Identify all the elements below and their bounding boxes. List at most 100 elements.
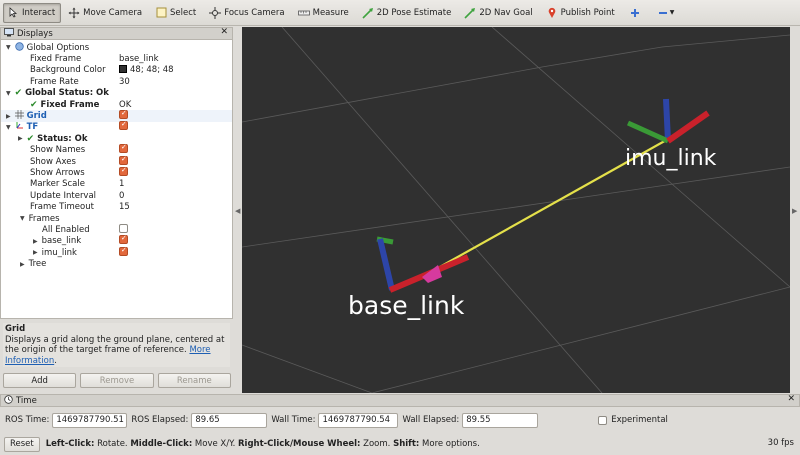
all-enabled-checkbox[interactable] <box>119 224 128 234</box>
collapse-arrow-icon[interactable]: ▼ <box>6 44 11 51</box>
tf-enabled-checkbox[interactable] <box>119 120 128 131</box>
tree-row-tf-status[interactable]: ▶ ✔ Status: Ok <box>1 133 232 144</box>
experimental-checkbox[interactable] <box>598 415 608 425</box>
ros-elapsed-field[interactable]: 89.65 <box>191 412 268 428</box>
measure-icon <box>297 7 310 19</box>
time-panel-title: Time ✕ <box>0 394 800 407</box>
left-splitter[interactable]: ◀ <box>233 27 242 393</box>
pose-estimate-tool-button[interactable]: 2D Pose Estimate <box>358 3 458 23</box>
right-splitter[interactable]: ▶ <box>790 27 800 393</box>
ros-time-label: ROS Time: <box>5 415 50 425</box>
expand-arrow-icon[interactable]: ▶ <box>20 261 25 268</box>
add-display-button[interactable]: Add <box>3 373 77 388</box>
tree-row-marker-scale[interactable]: Marker Scale 1 <box>1 179 232 190</box>
clock-icon <box>4 394 13 407</box>
collapse-right-arrow-icon[interactable]: ▶ <box>792 207 797 215</box>
expand-arrow-icon[interactable]: ▶ <box>33 249 38 256</box>
status-bar: Reset Left-Click: Rotate. Middle-Click: … <box>0 433 800 455</box>
base-link-checkbox[interactable] <box>119 234 128 245</box>
tree-row-frame-imu-link[interactable]: ▶ imu_link <box>1 246 232 258</box>
3d-viewport[interactable]: base_link imu_link <box>242 27 790 393</box>
ros-time-field[interactable]: 1469787790.51 <box>52 412 128 428</box>
publish-point-tool-button[interactable]: Publish Point <box>542 3 621 23</box>
tree-row-all-enabled[interactable]: All Enabled <box>1 224 232 235</box>
experimental-option[interactable]: Experimental <box>598 415 668 425</box>
grid-icon <box>14 110 24 122</box>
expand-arrow-icon[interactable]: ▶ <box>18 135 23 142</box>
tree-row-show-axes[interactable]: Show Axes <box>1 155 232 167</box>
tree-row-frame-base-link[interactable]: ▶ base_link <box>1 234 232 247</box>
displays-panel-title: Displays ✕ <box>0 27 233 40</box>
tree-row-update-interval[interactable]: Update Interval 0 <box>1 190 232 201</box>
show-axes-checkbox[interactable] <box>119 155 128 165</box>
add-tool-button[interactable] <box>624 3 649 23</box>
toolbar: Interact Move Camera Select Focus Camera… <box>0 0 800 26</box>
minus-icon <box>657 7 669 19</box>
globe-icon <box>14 41 24 54</box>
tree-row-global-status[interactable]: ▼ ✔ Global Status: Ok <box>1 88 232 99</box>
close-icon[interactable]: ✕ <box>787 394 795 404</box>
tree-row-gs-fixed-frame[interactable]: ✔ Fixed Frame OK <box>1 99 232 110</box>
reset-button[interactable]: Reset <box>4 436 40 452</box>
imu-link-axes <box>626 98 710 144</box>
displays-panel: Displays ✕ ▼ Global Options Fixed Frame … <box>0 27 233 393</box>
collapse-left-arrow-icon[interactable]: ◀ <box>235 207 240 215</box>
remove-tool-dropdown[interactable]: ▼ <box>652 3 680 23</box>
tree-row-global-options[interactable]: ▼ Global Options <box>1 41 232 54</box>
show-arrows-checkbox[interactable] <box>119 166 128 177</box>
time-panel: Time ✕ ROS Time: 1469787790.51 ROS Elaps… <box>0 394 800 433</box>
imu-link-checkbox[interactable] <box>119 246 128 256</box>
collapse-arrow-icon[interactable]: ▼ <box>6 124 11 131</box>
tree-row-fixed-frame[interactable]: Fixed Frame base_link <box>1 53 232 64</box>
move-camera-icon <box>68 7 80 19</box>
tree-row-frame-rate[interactable]: Frame Rate 30 <box>1 76 232 87</box>
status-ok-icon: ✔ <box>30 99 38 110</box>
tree-row-tree[interactable]: ▶ Tree <box>1 259 232 270</box>
tree-row-tf[interactable]: ▼ TF <box>1 120 232 133</box>
focus-camera-tool-button[interactable]: Focus Camera <box>205 3 290 23</box>
nav-goal-icon <box>464 7 476 19</box>
tree-row-frames[interactable]: ▼ Frames <box>1 213 232 224</box>
monitor-icon <box>4 27 14 40</box>
color-swatch[interactable] <box>119 65 127 74</box>
interact-icon <box>7 7 19 19</box>
tree-row-show-arrows[interactable]: Show Arrows <box>1 166 232 178</box>
expand-arrow-icon[interactable]: ▶ <box>33 238 38 245</box>
tree-row-frame-timeout[interactable]: Frame Timeout 15 <box>1 202 232 213</box>
close-icon[interactable]: ✕ <box>220 27 228 37</box>
status-ok-icon: ✔ <box>14 88 23 99</box>
help-text: Left-Click: Rotate. Middle-Click: Move X… <box>45 439 480 449</box>
displays-tree: ▼ Global Options Fixed Frame base_link B… <box>0 40 233 319</box>
show-names-checkbox[interactable] <box>119 143 128 154</box>
remove-display-button[interactable]: Remove <box>80 373 154 388</box>
imu-link-label: imu_link <box>625 146 717 171</box>
rename-display-button[interactable]: Rename <box>157 373 231 388</box>
plus-icon <box>629 7 641 19</box>
tree-row-background-color[interactable]: Background Color 48; 48; 48 <box>1 65 232 76</box>
collapse-arrow-icon[interactable]: ▼ <box>20 215 25 222</box>
wall-time-field[interactable]: 1469787790.54 <box>318 412 399 428</box>
select-tool-button[interactable]: Select <box>151 3 202 23</box>
tree-row-show-names[interactable]: Show Names <box>1 143 232 156</box>
display-description: Grid Displays a grid along the ground pl… <box>3 323 230 367</box>
measure-tool-button[interactable]: Measure <box>294 3 355 23</box>
pose-arrow-icon <box>362 7 374 19</box>
wall-elapsed-label: Wall Elapsed: <box>402 415 460 425</box>
chevron-down-icon: ▼ <box>669 9 675 16</box>
fps-readout: 30 fps <box>767 438 794 448</box>
status-ok-icon: ✔ <box>26 133 35 144</box>
axes-icon <box>15 121 24 133</box>
move-camera-tool-button[interactable]: Move Camera <box>64 3 148 23</box>
nav-goal-tool-button[interactable]: 2D Nav Goal <box>460 3 538 23</box>
grid-enabled-checkbox[interactable] <box>119 109 128 120</box>
tree-row-grid[interactable]: ▶ Grid <box>1 109 232 122</box>
wall-elapsed-field[interactable]: 89.55 <box>462 412 539 428</box>
collapse-arrow-icon[interactable]: ▼ <box>6 90 11 97</box>
map-pin-icon <box>546 7 558 19</box>
viewport-scene[interactable]: base_link imu_link <box>242 27 790 393</box>
time-row: ROS Time: 1469787790.51 ROS Elapsed: 89.… <box>0 409 800 431</box>
expand-arrow-icon[interactable]: ▶ <box>6 113 11 120</box>
interact-tool-button[interactable]: Interact <box>3 2 62 23</box>
wall-time-label: Wall Time: <box>271 415 316 425</box>
base-link-axes <box>376 236 470 293</box>
